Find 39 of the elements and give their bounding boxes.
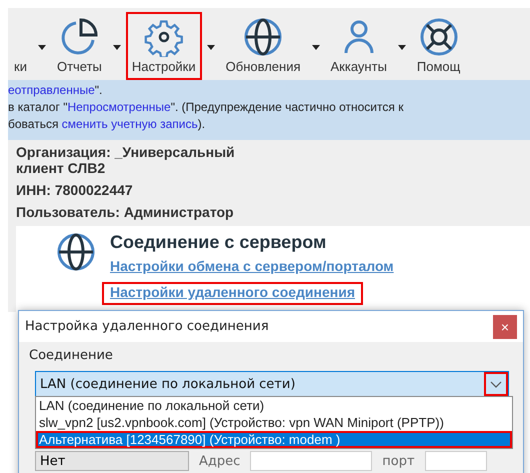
caret-icon[interactable] [312,45,320,50]
notice-link[interactable]: Непросмотренные [67,100,171,114]
dropdown-arrow-button[interactable] [484,372,508,396]
port-label: порт [382,454,415,468]
caret-icon[interactable] [206,45,215,50]
pie-chart-icon [59,17,100,57]
globe-icon [56,232,96,272]
address-label: Адрес [199,454,240,468]
section-link[interactable]: Настройки удаленного соединения [102,282,363,305]
group-label: Соединение [29,348,114,363]
address-field[interactable] [250,451,372,471]
toolbar-button[interactable]: Помощ [410,12,466,80]
dialog-title: Настройка удаленного соединения [25,319,269,334]
lifebuoy-icon [418,17,459,57]
port-field[interactable] [424,451,487,471]
section-link[interactable]: Настройки обмена с сервером/порталом [102,256,402,279]
notice-link[interactable]: еотправленные [8,83,95,97]
info-text: Пользователь: Администратор [16,204,235,220]
proxy-dropdown[interactable]: Нет [35,451,189,471]
info-text: Организация: _Универсальный клиент СЛВ2 [16,144,236,176]
toolbar-button[interactable]: ки [8,12,33,80]
section-title: Соединение с сервером [110,232,328,253]
connection-dropdown[interactable]: LAN (соединение по локальной сети) [35,371,509,397]
notice-text: еотправленные". [8,82,104,99]
toolbar-button[interactable]: Обновления [220,12,307,80]
dropdown-option[interactable]: Альтернатива [1234567890] (Устройство: modem ) [36,431,512,448]
close-button[interactable]: × [493,314,517,338]
caret-icon[interactable] [112,45,121,50]
globe-icon [243,17,284,57]
info-text: ИНН: 7800022447 [16,182,134,198]
caret-icon[interactable] [38,45,46,50]
toolbar-button[interactable]: Аккаунты [324,12,393,80]
toolbar-button[interactable]: Настройки [126,12,202,80]
chevron-icon [490,380,502,388]
notice-link[interactable]: сменить учетную запись [62,117,198,131]
caret-icon[interactable] [398,45,406,50]
notice-text: в каталог "Непросмотренные". (Предупреждение частично относится к [8,99,404,116]
notice-text: боваться сменить учетную запись). [8,116,206,133]
toolbar-button[interactable]: Отчеты [50,12,108,80]
